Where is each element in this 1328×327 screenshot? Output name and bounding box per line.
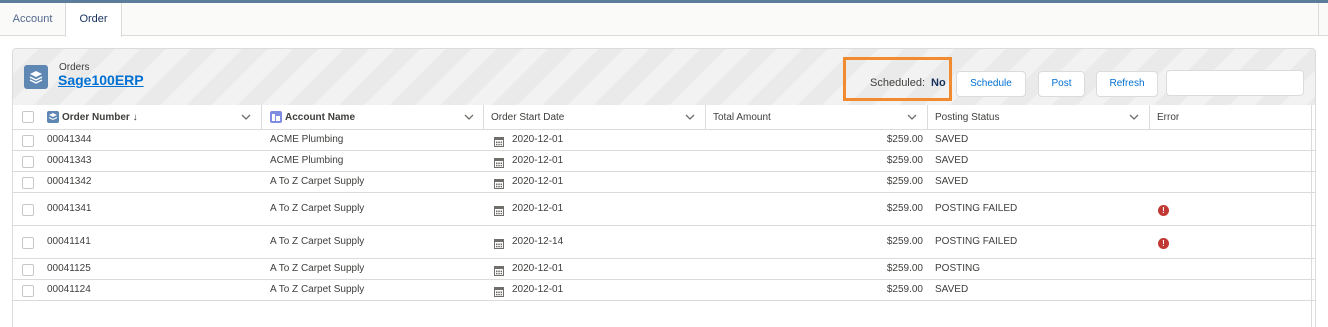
scheduled-status-highlight: Scheduled: No [843,57,952,101]
column-resizer[interactable] [927,105,928,130]
order-number-cell: 00041141 [47,236,91,247]
order-start-date-cell: 2020-12-01 [512,284,564,295]
column-label: Order Number [62,112,130,123]
error-icon[interactable]: ! [1158,238,1169,249]
order-start-date-cell: 2020-12-01 [512,176,564,187]
table-row[interactable]: 00041125 A To Z Carpet Supply 2020-12-01 $2… [13,259,1315,280]
total-amount-cell: $259.00 [886,284,923,295]
select-all-checkbox[interactable] [22,111,34,123]
posting-status-cell: SAVED [935,134,969,145]
table-row[interactable]: 00041124 A To Z Carpet Supply 2020-12-01 $2… [13,280,1315,301]
chevron-down-icon[interactable] [907,114,917,121]
account-name-cell: A To Z Carpet Supply [270,236,365,247]
row-checkbox[interactable] [22,177,34,189]
table-header: Order Number ↓ Account Name Order Start … [13,105,1315,130]
column-header-order-start-date[interactable]: Order Start Date [491,105,564,130]
table-scroll-edge [1311,105,1312,327]
row-checkbox[interactable] [22,204,34,216]
row-checkbox[interactable] [22,135,34,147]
order-start-date-cell: 2020-12-14 [512,236,564,247]
chevron-down-icon[interactable] [685,114,695,121]
column-header-error[interactable]: Error [1157,105,1179,130]
scheduled-label: Scheduled: [870,77,926,89]
post-button[interactable]: Post [1038,71,1085,97]
calendar-icon [494,206,504,216]
tab-bar-edge [1318,3,1319,36]
order-number-cell: 00041125 [47,263,91,274]
column-resizer[interactable] [483,105,484,130]
column-header-posting-status[interactable]: Posting Status [935,105,999,130]
order-number-cell: 00041344 [47,134,92,145]
calendar-icon [494,137,504,147]
order-number-cell: 00041341 [47,203,92,214]
total-amount-cell: $259.00 [886,263,923,274]
calendar-icon [494,179,504,189]
table-row[interactable]: 00041141 A To Z Carpet Supply 2020-12-14 $2… [13,226,1315,259]
refresh-button[interactable]: Refresh [1096,71,1158,97]
column-header-account-name[interactable]: Account Name [285,105,355,130]
posting-status-cell: SAVED [935,176,969,187]
column-header-total-amount[interactable]: Total Amount [713,105,771,130]
order-number-cell: 00041343 [47,155,92,166]
order-start-date-cell: 2020-12-01 [512,155,564,166]
account-name-cell: A To Z Carpet Supply [270,176,365,187]
table-row[interactable]: 00041343 ACME Plumbing 2020-12-01 $259.00 SA… [13,151,1315,172]
card-header: Orders Sage100ERP Scheduled: No Schedule… [13,49,1315,105]
posting-status-cell: SAVED [935,155,969,166]
total-amount-cell: $259.00 [886,176,923,187]
calendar-icon [494,266,504,276]
calendar-icon [494,239,504,249]
order-start-date-cell: 2020-12-01 [512,263,564,274]
table-row[interactable]: 00041342 A To Z Carpet Supply 2020-12-01 $2… [13,172,1315,193]
order-number-cell: 00041124 [47,284,91,295]
order-number-cell: 00041342 [47,176,92,187]
account-name-cell: A To Z Carpet Supply [270,263,365,274]
account-icon [270,111,282,123]
tab-order[interactable]: Order [65,3,122,37]
scheduled-value: No [931,77,946,89]
chevron-down-icon[interactable] [241,114,251,121]
table-row[interactable]: 00041344 ACME Plumbing 2020-12-01 $259.00 SA… [13,130,1315,151]
orders-table: Order Number ↓ Account Name Order Start … [13,105,1315,327]
sort-arrow-icon: ↓ [132,112,138,123]
column-header-order-number[interactable]: Order Number ↓ [62,105,138,130]
posting-status-cell: POSTING [935,263,981,274]
search-input[interactable] [1166,70,1304,96]
row-checkbox[interactable] [22,156,34,168]
chevron-down-icon[interactable] [464,114,474,121]
card-title-link[interactable]: Sage100ERP [58,72,144,88]
total-amount-cell: $259.00 [886,203,923,214]
order-start-date-cell: 2020-12-01 [512,203,564,214]
account-name-cell: ACME Plumbing [270,155,344,166]
row-checkbox[interactable] [22,237,34,249]
tab-account[interactable]: Account [0,3,65,36]
total-amount-cell: $259.00 [886,155,923,166]
posting-status-cell: POSTING FAILED [935,236,1018,247]
orders-card: Orders Sage100ERP Scheduled: No Schedule… [12,48,1316,327]
account-name-cell: A To Z Carpet Supply [270,284,365,295]
column-resizer[interactable] [261,105,262,130]
account-name-cell: ACME Plumbing [270,134,344,145]
stack-layers-icon [24,65,48,89]
total-amount-cell: $259.00 [886,134,923,145]
total-amount-cell: $259.00 [886,236,923,247]
calendar-icon [494,287,504,297]
account-name-cell: A To Z Carpet Supply [270,203,365,214]
column-resizer[interactable] [705,105,706,130]
schedule-button[interactable]: Schedule [956,71,1026,97]
order-icon [47,111,59,123]
row-checkbox[interactable] [22,285,34,297]
order-start-date-cell: 2020-12-01 [512,134,564,145]
posting-status-cell: SAVED [935,284,969,295]
posting-status-cell: POSTING FAILED [935,203,1018,214]
chevron-down-icon[interactable] [1129,114,1139,121]
error-icon[interactable]: ! [1158,205,1169,216]
tab-bar: Account Order [0,3,1328,37]
calendar-icon [494,158,504,168]
table-row[interactable]: 00041341 A To Z Carpet Supply 2020-12-01 $2… [13,193,1315,226]
column-resizer[interactable] [1149,105,1150,130]
row-checkbox[interactable] [22,264,34,276]
